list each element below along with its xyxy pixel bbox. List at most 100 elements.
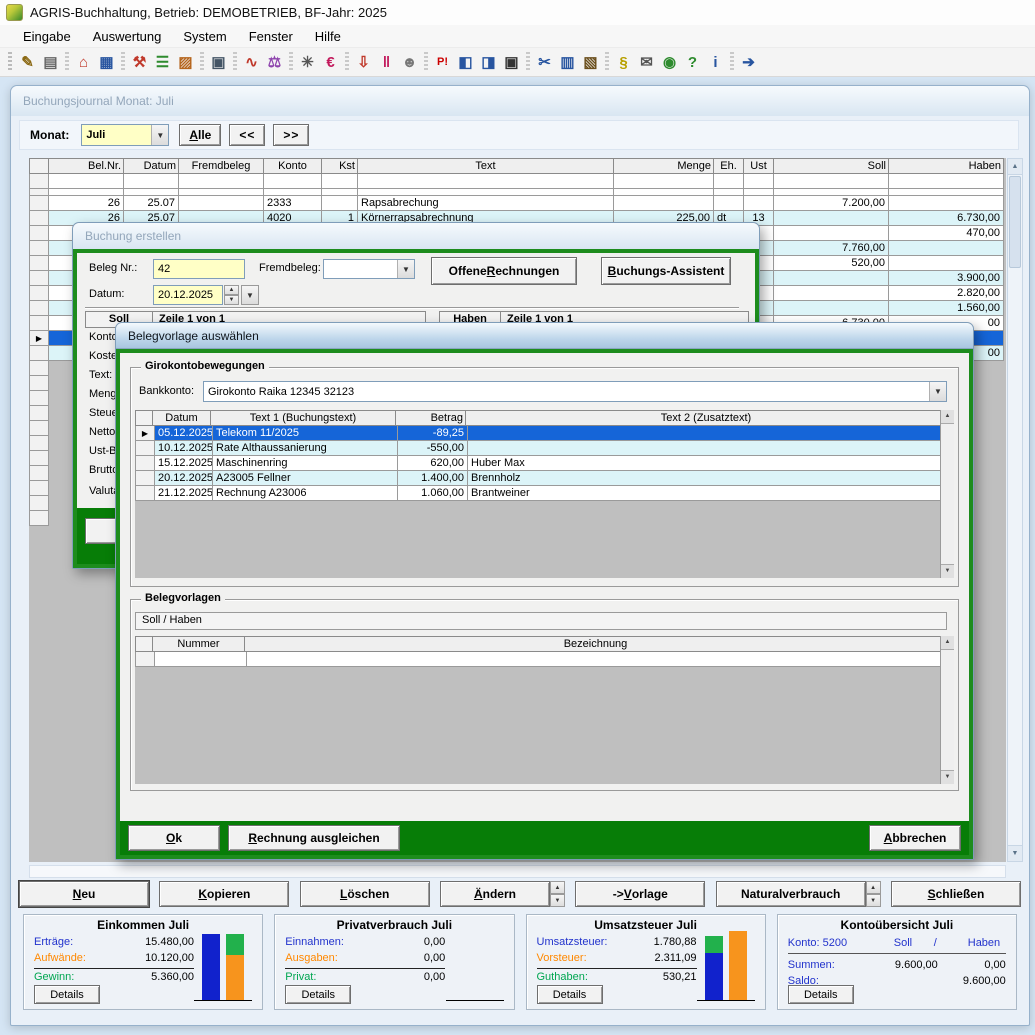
- info-icon[interactable]: i: [704, 51, 727, 73]
- monat-combobox[interactable]: Juli ▼: [81, 124, 169, 146]
- menu-auswertung[interactable]: Auswertung: [84, 27, 171, 46]
- details-button[interactable]: Details: [34, 985, 100, 1004]
- menu-eingabe[interactable]: Eingabe: [14, 27, 80, 46]
- scroll-down-icon[interactable]: ▼: [941, 564, 954, 578]
- col-soll[interactable]: Soll: [774, 158, 889, 174]
- neu-button[interactable]: Neu: [19, 881, 149, 907]
- scroll-up-icon[interactable]: ▲: [1008, 159, 1022, 175]
- scales-icon[interactable]: ⚖: [263, 51, 286, 73]
- beleg-nr-input[interactable]: 42: [153, 259, 245, 279]
- table-row[interactable]: 2625.072333Rapsabrechung7.200,00: [29, 196, 1004, 211]
- details-button[interactable]: Details: [788, 985, 854, 1004]
- cut-icon[interactable]: ✂: [533, 51, 556, 73]
- table-row[interactable]: 20.12.2025A23005 Fellner1.400,00Brennhol…: [135, 471, 947, 486]
- journal-new-icon[interactable]: ✎: [16, 51, 39, 73]
- aendern-button[interactable]: Ändern: [440, 881, 550, 907]
- vorlagen-scrollbar[interactable]: ▲ ▼: [940, 636, 954, 784]
- col-text[interactable]: Text: [358, 158, 614, 174]
- belegvorlage-dialog-titlebar[interactable]: Belegvorlage auswählen: [116, 323, 973, 349]
- seed-sack-icon[interactable]: ▨: [174, 51, 197, 73]
- paste-icon[interactable]: ▧: [579, 51, 602, 73]
- person-stats-icon[interactable]: ☻: [398, 51, 421, 73]
- details-button[interactable]: Details: [285, 985, 351, 1004]
- table-row[interactable]: [29, 174, 1004, 189]
- kopieren-button[interactable]: Kopieren: [159, 881, 289, 907]
- col-eh[interactable]: Eh.: [714, 158, 744, 174]
- globe-icon[interactable]: ◉: [658, 51, 681, 73]
- monat-dropdown-icon[interactable]: ▼: [151, 125, 168, 145]
- col-bezeichnung[interactable]: Bezeichnung: [245, 636, 947, 652]
- col-menge[interactable]: Menge: [614, 158, 714, 174]
- col-kst[interactable]: Kst: [322, 158, 358, 174]
- globe-help-icon[interactable]: ?: [681, 51, 704, 73]
- journal-horizontal-scrollbar[interactable]: [29, 865, 1006, 878]
- offene-rechnungen-button[interactable]: Offene Rechnungen: [431, 257, 577, 285]
- table-row[interactable]: 21.12.2025Rechnung A230061.060,00Brantwe…: [135, 486, 947, 501]
- col-belnr[interactable]: Bel.Nr.: [49, 158, 124, 174]
- col-haben[interactable]: Haben: [889, 158, 1004, 174]
- datum-spinner[interactable]: ▲▼: [224, 285, 239, 305]
- details-button[interactable]: Details: [537, 985, 603, 1004]
- col-text2[interactable]: Text 2 (Zusatztext): [466, 410, 947, 426]
- ledger-icon[interactable]: ▤: [39, 51, 62, 73]
- naturalverbrauch-spinner[interactable]: ▲▼: [866, 881, 881, 907]
- aendern-spinner[interactable]: ▲▼: [550, 881, 565, 907]
- journal-vertical-scrollbar[interactable]: ▲ ▼: [1007, 158, 1023, 862]
- columns-left-icon[interactable]: ◧: [454, 51, 477, 73]
- farm-icon[interactable]: ⌂: [72, 51, 95, 73]
- scroll-up-icon[interactable]: ▲: [941, 410, 954, 424]
- giro-scrollbar[interactable]: ▲ ▼: [940, 410, 954, 578]
- chart-curve-icon[interactable]: ∿: [240, 51, 263, 73]
- screw-icon[interactable]: §: [612, 51, 635, 73]
- buchungs-assistent-button[interactable]: Buchungs-Assistent: [601, 257, 731, 285]
- table-row[interactable]: [135, 652, 947, 667]
- tractor-icon[interactable]: ⚒: [128, 51, 151, 73]
- datum-input[interactable]: 20.12.2025: [153, 285, 223, 305]
- schliessen-button[interactable]: Schließen: [891, 881, 1021, 907]
- scroll-up-icon[interactable]: ▲: [941, 636, 954, 650]
- datum-dropdown-icon[interactable]: ▼: [241, 285, 259, 305]
- scroll-down-icon[interactable]: ▼: [1008, 845, 1022, 861]
- rechnung-ausgleichen-button[interactable]: Rechnung ausgleichen: [228, 825, 400, 851]
- col-betrag[interactable]: Betrag: [396, 410, 466, 426]
- abbrechen-button[interactable]: Abbrechen: [869, 825, 961, 851]
- bankkonto-combobox[interactable]: Girokonto Raika 12345 32123 ▼: [203, 381, 947, 402]
- table-row[interactable]: [29, 189, 1004, 196]
- import-tractor-icon[interactable]: ⇩: [352, 51, 375, 73]
- scrollbar-thumb[interactable]: [1009, 176, 1021, 268]
- ok-button[interactable]: Ok: [128, 825, 220, 851]
- copy-icon[interactable]: ▥: [556, 51, 579, 73]
- menu-system[interactable]: System: [174, 27, 235, 46]
- money-bag-euro-icon[interactable]: €: [319, 51, 342, 73]
- vorlage-button[interactable]: -> Vorlage: [575, 881, 705, 907]
- naturalverbrauch-button[interactable]: Naturalverbrauch: [716, 881, 866, 907]
- menu-hilfe[interactable]: Hilfe: [306, 27, 350, 46]
- mail-icon[interactable]: ✉: [635, 51, 658, 73]
- col-datum[interactable]: Datum: [153, 410, 211, 426]
- previous-month-button[interactable]: <<: [229, 124, 265, 146]
- exit-icon[interactable]: ➔: [737, 51, 760, 73]
- accounts-list-icon[interactable]: ☰: [151, 51, 174, 73]
- soll-haben-filter[interactable]: Soll / Haben: [135, 612, 947, 630]
- loeschen-button[interactable]: Löschen: [300, 881, 430, 907]
- copy-booking-icon[interactable]: ▣: [207, 51, 230, 73]
- journal-window-titlebar[interactable]: Buchungsjournal Monat: Juli: [11, 86, 1029, 116]
- col-konto[interactable]: Konto: [264, 158, 322, 174]
- protocol-icon[interactable]: P!: [431, 51, 454, 73]
- bankkonto-dropdown-icon[interactable]: ▼: [929, 382, 946, 401]
- machine-burst-icon[interactable]: ✳: [296, 51, 319, 73]
- columns-right-icon[interactable]: ◨: [477, 51, 500, 73]
- fremdbeleg-dropdown-icon[interactable]: ▼: [397, 260, 414, 278]
- table-row[interactable]: 10.12.2025Rate Althaussanierung-550,00: [135, 441, 947, 456]
- test-tubes-icon[interactable]: ‖: [375, 51, 398, 73]
- alle-button[interactable]: Alle: [179, 124, 221, 146]
- save-icon[interactable]: ▣: [500, 51, 523, 73]
- next-month-button[interactable]: >>: [273, 124, 309, 146]
- col-ust[interactable]: Ust: [744, 158, 774, 174]
- col-fremdbeleg[interactable]: Fremdbeleg: [179, 158, 264, 174]
- fremdbeleg-combobox[interactable]: ▼: [323, 259, 415, 279]
- buchung-dialog-titlebar[interactable]: Buchung erstellen: [73, 223, 759, 249]
- printer-icon[interactable]: ▦: [95, 51, 118, 73]
- table-row[interactable]: ▶05.12.2025Telekom 11/2025-89,25: [135, 426, 947, 441]
- scroll-down-icon[interactable]: ▼: [941, 770, 954, 784]
